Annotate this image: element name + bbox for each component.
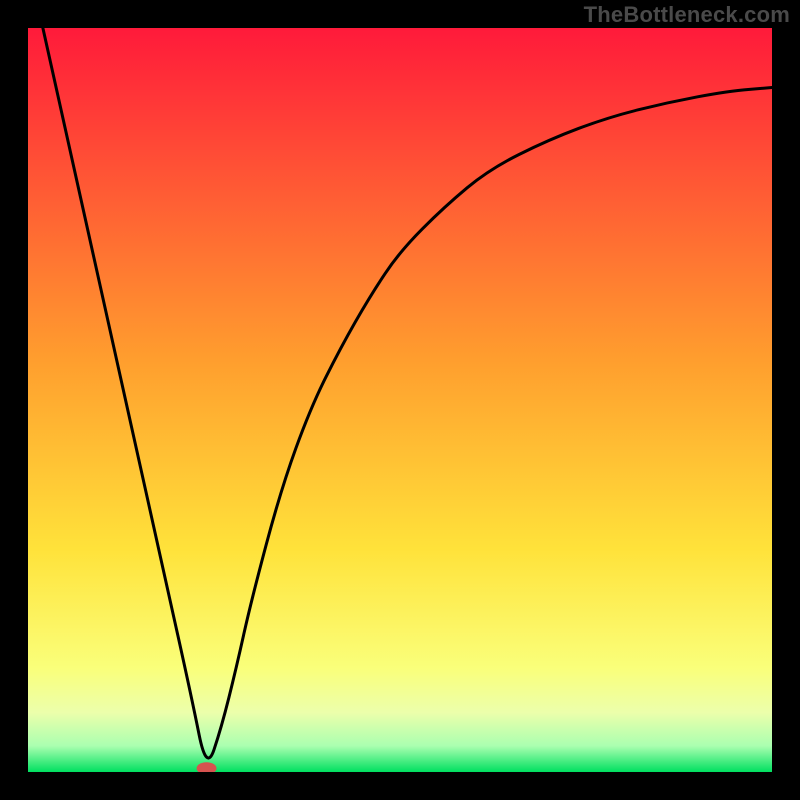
gradient-background xyxy=(28,28,772,772)
watermark-text: TheBottleneck.com xyxy=(584,2,790,28)
chart-frame: TheBottleneck.com xyxy=(0,0,800,800)
chart-svg xyxy=(28,28,772,772)
plot-area xyxy=(28,28,772,772)
